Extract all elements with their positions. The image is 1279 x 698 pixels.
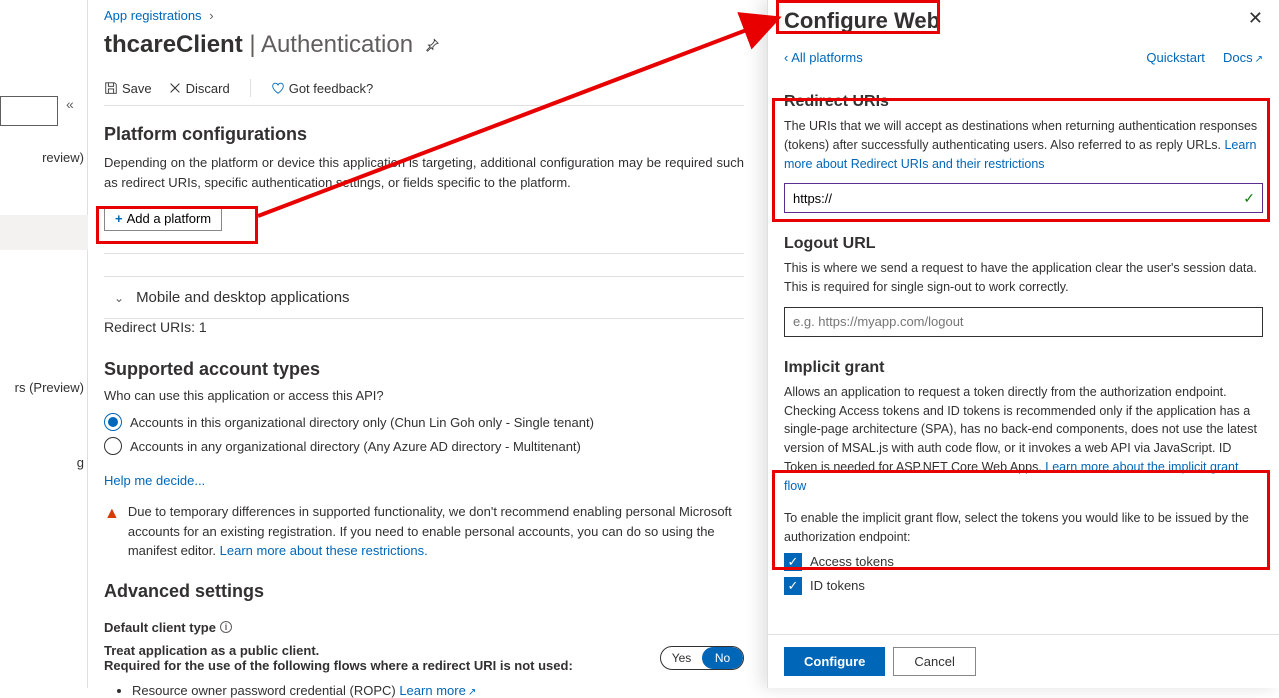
default-client-type-label: Default client type i — [104, 620, 744, 635]
redirect-uris-desc: The URIs that we will accept as destinat… — [784, 117, 1263, 173]
docs-link[interactable]: Docs↗ — [1223, 50, 1263, 65]
sidebar-item-authentication[interactable] — [0, 215, 88, 250]
redirect-uri-input[interactable] — [784, 183, 1263, 213]
close-panel-button[interactable]: ✕ — [1248, 8, 1263, 29]
radio-multi-tenant[interactable]: Accounts in any organizational directory… — [104, 437, 744, 455]
save-icon — [104, 81, 118, 95]
restrictions-link[interactable]: Learn more about these restrictions. — [220, 543, 428, 558]
info-icon[interactable]: i — [220, 621, 232, 633]
breadcrumb-link[interactable]: App registrations — [104, 8, 202, 23]
account-types-heading: Supported account types — [104, 359, 744, 380]
add-platform-button[interactable]: + Add a platform — [104, 206, 222, 231]
cancel-button[interactable]: Cancel — [893, 647, 975, 676]
implicit-enable-text: To enable the implicit grant flow, selec… — [784, 509, 1263, 547]
toggle-no: No — [702, 647, 743, 669]
external-link-icon: ↗ — [1255, 54, 1263, 65]
implicit-grant-desc: Allows an application to request a token… — [784, 383, 1263, 496]
checkbox-checked-icon: ✓ — [784, 577, 802, 595]
check-icon: ✓ — [1243, 190, 1255, 207]
feedback-button[interactable]: Got feedback? — [271, 81, 374, 96]
sidebar-item[interactable]: rs (Preview) — [0, 370, 88, 405]
quickstart-link[interactable]: Quickstart — [1146, 50, 1205, 65]
platform-subline: Redirect URIs: 1 — [104, 319, 744, 335]
access-tokens-checkbox[interactable]: ✓ Access tokens — [784, 553, 1263, 571]
public-client-title: Treat application as a public client. — [104, 643, 573, 658]
collapse-sidebar-button[interactable]: « — [66, 96, 74, 112]
warning-icon: ▲ — [104, 502, 120, 561]
checkbox-checked-icon: ✓ — [784, 553, 802, 571]
toggle-yes: Yes — [661, 647, 702, 669]
platform-configs-heading: Platform configurations — [104, 124, 744, 145]
sidebar-search-input[interactable] — [0, 96, 58, 126]
platform-configs-desc: Depending on the platform or device this… — [104, 153, 744, 192]
pin-icon[interactable] — [425, 38, 439, 52]
panel-title: Configure Web — [784, 8, 940, 34]
public-client-desc: Required for the use of the following fl… — [104, 658, 573, 673]
logout-url-heading: Logout URL — [784, 235, 1263, 253]
bullet-ropc: Resource owner password credential (ROPC… — [132, 683, 744, 698]
sidebar-item[interactable]: g — [0, 445, 88, 480]
logout-url-input[interactable] — [784, 307, 1263, 337]
main-content: App registrations › thcareClient | Authe… — [88, 0, 760, 688]
platform-name: Mobile and desktop applications — [136, 289, 349, 306]
public-client-toggle[interactable]: Yes No — [660, 646, 744, 670]
left-sidebar: « review) rs (Preview) g — [0, 0, 88, 688]
configure-button[interactable]: Configure — [784, 647, 885, 676]
learn-more-link[interactable]: Learn more↗ — [399, 683, 476, 698]
chevron-right-icon: › — [209, 8, 213, 23]
external-link-icon: ↗ — [468, 687, 476, 698]
panel-footer: Configure Cancel — [768, 634, 1279, 688]
implicit-grant-heading: Implicit grant — [784, 359, 1263, 377]
toolbar: Save Discard Got feedback? — [104, 71, 744, 106]
chevron-down-icon: ⌄ — [114, 291, 124, 305]
all-platforms-link[interactable]: ‹ All platforms — [784, 50, 863, 65]
plus-icon: + — [115, 211, 123, 226]
radio-single-tenant[interactable]: Accounts in this organizational director… — [104, 413, 744, 431]
redirect-uris-heading: Redirect URIs — [784, 93, 1263, 111]
help-me-decide-link[interactable]: Help me decide... — [104, 473, 205, 488]
configure-web-panel: Configure Web ✕ ‹ All platforms Quicksta… — [767, 0, 1279, 688]
close-icon — [168, 81, 182, 95]
app-name: thcareClient — [104, 31, 243, 58]
warning-callout: ▲ Due to temporary differences in suppor… — [104, 502, 744, 561]
advanced-settings-heading: Advanced settings — [104, 581, 744, 602]
heart-icon — [271, 81, 285, 95]
radio-icon — [104, 413, 122, 431]
breadcrumb: App registrations › — [104, 0, 744, 27]
logout-url-desc: This is where we send a request to have … — [784, 259, 1263, 297]
sidebar-item[interactable]: review) — [0, 140, 88, 175]
discard-button[interactable]: Discard — [168, 81, 230, 96]
account-types-question: Who can use this application or access t… — [104, 388, 744, 403]
platform-row-mobile-desktop[interactable]: ⌄ Mobile and desktop applications — [104, 276, 744, 319]
radio-icon — [104, 437, 122, 455]
page-title: thcareClient | Authentication — [104, 27, 744, 71]
id-tokens-checkbox[interactable]: ✓ ID tokens — [784, 577, 1263, 595]
save-button[interactable]: Save — [104, 81, 152, 96]
